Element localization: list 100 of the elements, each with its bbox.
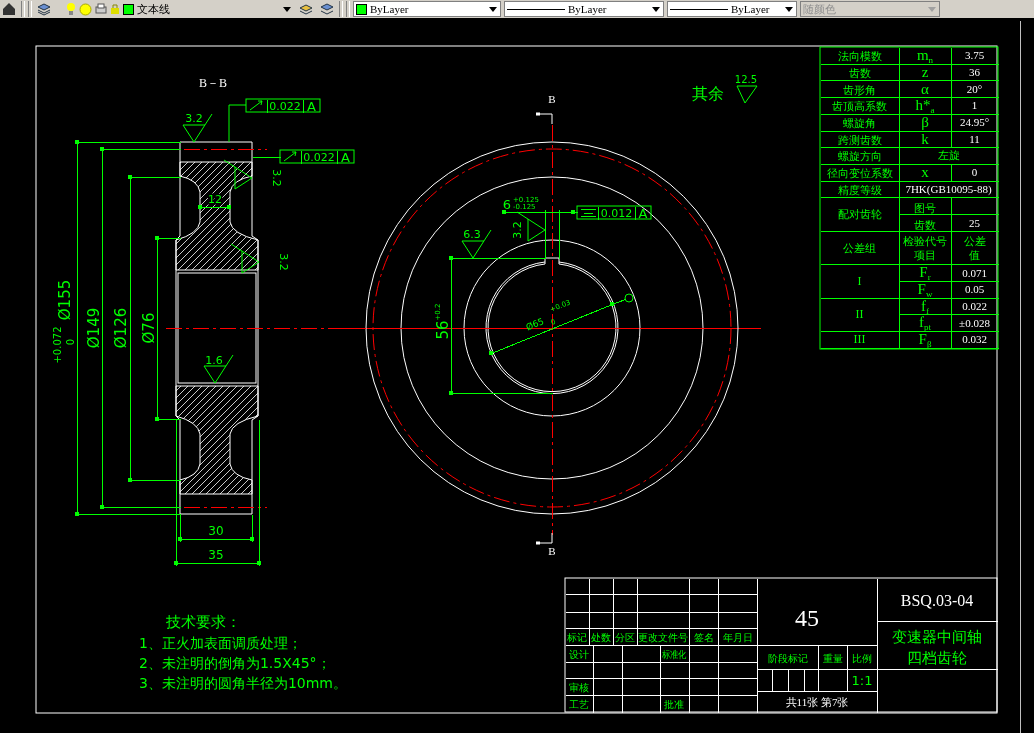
parameter-symbol: m$_{n}$	[916, 47, 934, 66]
roughness-value: 1.6	[205, 354, 223, 367]
symmetry-icon	[580, 209, 596, 217]
lineweight-dropdown[interactable]: ByLayer	[667, 1, 797, 17]
lineweight-value: ByLayer	[731, 3, 771, 15]
section-cut-mark	[536, 112, 553, 125]
roughness-value: 3.2	[511, 221, 524, 239]
caret-icon	[652, 6, 660, 12]
datum-label: A	[307, 98, 316, 114]
diameter-dimension: Ø149	[85, 307, 103, 349]
toolbar-button[interactable]	[318, 0, 336, 18]
diameter-dimension: Ø126	[112, 307, 130, 349]
column-header: 更改文件号	[638, 632, 688, 643]
parameter-value: 1	[971, 99, 978, 112]
tolerance-value: 0.05	[964, 283, 985, 296]
parameter-label: 齿数	[848, 66, 871, 80]
parameter-symbol: z	[921, 63, 929, 80]
parameter-symbol: h*$_{a}$	[915, 97, 935, 116]
section-label: B	[548, 545, 556, 557]
parameter-label: 径向变位系数	[826, 167, 893, 181]
parameter-symbol: α	[921, 80, 929, 97]
tolerance-value: 0.022	[303, 151, 335, 164]
sun-icon	[79, 2, 92, 16]
leader-line	[573, 212, 578, 213]
roughness-value: 12.5	[734, 74, 758, 85]
column-header: 标记	[567, 632, 587, 643]
linetype-value: ByLayer	[568, 3, 608, 15]
line-sample-icon	[670, 8, 728, 10]
note-text: 1、正火加表面调质处理；	[139, 635, 302, 651]
parameter-label: 配对齿轮	[837, 208, 882, 221]
printer-icon	[95, 3, 107, 15]
column-header: 处数	[591, 632, 611, 643]
extension-line	[559, 209, 560, 259]
depth-dimension: 56	[434, 320, 452, 340]
signoff-label: 工艺	[569, 699, 589, 710]
diameter-dimension: Ø155	[56, 279, 74, 321]
tolerance-group: II	[855, 307, 864, 322]
layer-properties-button[interactable]	[35, 0, 53, 18]
caret-icon	[928, 6, 936, 12]
parameter-label: 齿数	[914, 218, 936, 232]
surface-roughness-icon	[203, 354, 234, 384]
column-header: 年月日	[722, 632, 753, 643]
tolerance-text: +0.072	[52, 326, 63, 364]
parameter-value: 0	[971, 166, 978, 179]
tolerance-group: III	[853, 332, 866, 347]
roughness-value: 3.2	[185, 112, 203, 125]
section-title: B－B	[199, 76, 227, 90]
surface-roughness-icon	[736, 85, 758, 104]
width-dimension: 35	[208, 548, 224, 562]
parameter-value: 36	[969, 65, 980, 78]
leader-line	[228, 104, 247, 143]
lightbulb-icon	[66, 2, 76, 16]
circle-icon	[624, 293, 634, 303]
parameter-label: 螺旋角	[843, 117, 876, 130]
color-swatch-icon	[123, 3, 134, 15]
drawing-number: BSQ.03-04	[900, 592, 974, 609]
tolerance-group: I	[857, 273, 862, 288]
leader-line	[612, 299, 626, 305]
parameter-symbol: k	[921, 130, 929, 147]
roughness-value: 6.3	[463, 228, 481, 241]
default-finish-label: 其余	[692, 84, 724, 103]
signoff-label: 批准	[664, 699, 684, 710]
parameter-symbol: x	[921, 164, 929, 181]
roughness-value: 3.2	[277, 253, 290, 271]
parameter-value: 7HK(GB10095-88)	[905, 182, 992, 195]
datum-label: A	[638, 205, 648, 221]
parameter-value: 3.75	[964, 49, 985, 62]
surface-roughness-icon	[461, 229, 492, 259]
layer-name: 文本线	[137, 1, 171, 17]
color-swatch-icon	[356, 3, 367, 15]
signoff-label: 审核	[569, 682, 589, 693]
layers-icon	[37, 2, 51, 16]
color-dropdown[interactable]: ByLayer	[353, 1, 501, 17]
keyway-width-dimension: 6	[502, 197, 512, 212]
parameter-label: 螺旋方向	[837, 150, 882, 164]
surface-roughness-icon	[230, 243, 260, 274]
parameter-label: 精度等级	[837, 183, 882, 197]
extension-line	[252, 514, 253, 542]
linetype-dropdown[interactable]: ByLayer	[504, 1, 664, 17]
house-icon	[2, 2, 16, 16]
column-header: 阶段标记	[767, 653, 808, 664]
column-header: 公差 值	[963, 234, 986, 262]
layer-dropdown[interactable]: 文本线	[64, 1, 294, 17]
toolbar-button[interactable]	[0, 0, 18, 18]
tolerance-value: 0.032	[962, 333, 987, 346]
sheet-count: 共11张 第7张	[785, 696, 849, 708]
caret-icon	[283, 6, 291, 12]
note-text: 3、未注明的圆角半径为10mm。	[139, 675, 347, 691]
width-dimension: 30	[208, 524, 224, 538]
plot-style-value: 随颜色	[803, 1, 837, 17]
layers-icon	[320, 2, 334, 16]
column-header: 公差组	[843, 241, 876, 255]
leader-line	[252, 157, 281, 158]
column-header: 分区	[615, 632, 635, 643]
caret-icon	[785, 6, 793, 12]
notes-title: 技术要求：	[165, 613, 241, 631]
tolerance-value: 0.012	[600, 207, 633, 220]
tolerance-text: 0	[65, 338, 76, 346]
runout-arrow-icon	[249, 100, 263, 111]
caret-icon	[489, 6, 497, 12]
